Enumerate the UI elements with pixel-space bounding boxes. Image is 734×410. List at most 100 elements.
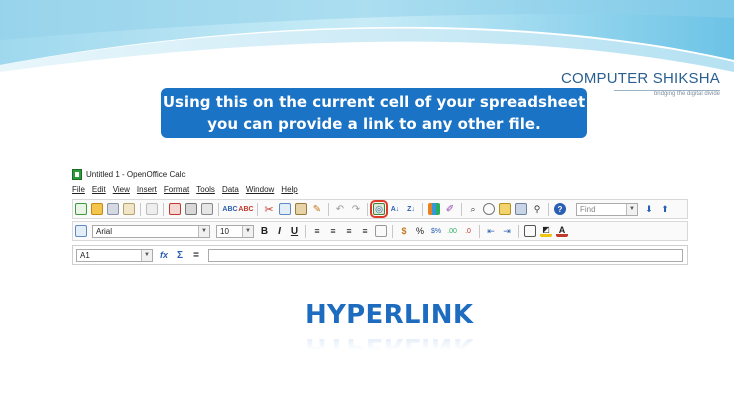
hyperlink-icon[interactable]: ◎ bbox=[370, 200, 388, 218]
window-titlebar: Untitled 1 - OpenOffice Calc bbox=[72, 167, 185, 181]
menu-file[interactable]: File bbox=[72, 185, 85, 197]
toolbar-separator bbox=[305, 224, 306, 238]
brand-tagline: bridging the digital divide bbox=[653, 91, 720, 97]
standard-format-icon[interactable]: $% bbox=[430, 225, 442, 237]
decrease-indent-icon[interactable]: ⇤ bbox=[485, 225, 497, 237]
email-icon[interactable] bbox=[123, 203, 135, 215]
find-input[interactable]: Find ▼ bbox=[576, 202, 638, 216]
function-icon[interactable]: = bbox=[190, 249, 202, 261]
menu-window[interactable]: Window bbox=[246, 185, 274, 197]
toolbar-separator bbox=[422, 202, 423, 216]
toolbar-separator bbox=[218, 202, 219, 216]
sum-icon[interactable]: Σ bbox=[174, 249, 186, 261]
print-icon[interactable] bbox=[185, 203, 197, 215]
justify-icon[interactable]: ≡ bbox=[359, 225, 371, 237]
formula-input[interactable] bbox=[208, 248, 683, 262]
formula-bar: A1 ▼ fx Σ = bbox=[72, 245, 688, 265]
borders-icon[interactable] bbox=[524, 225, 536, 237]
toolbar-separator bbox=[328, 202, 329, 216]
menu-insert[interactable]: Insert bbox=[137, 185, 157, 197]
find-replace-icon[interactable]: ⌕ bbox=[467, 203, 479, 215]
menu-format[interactable]: Format bbox=[164, 185, 189, 197]
menu-bar: File Edit View Insert Format Tools Data … bbox=[72, 185, 298, 197]
find-previous-icon[interactable]: ⬆ bbox=[659, 203, 671, 215]
chevron-down-icon[interactable]: ▼ bbox=[198, 225, 209, 237]
insert-chart-icon[interactable] bbox=[428, 203, 440, 215]
function-wizard-icon[interactable]: fx bbox=[158, 249, 170, 261]
chevron-down-icon[interactable]: ▼ bbox=[626, 203, 637, 215]
menu-view[interactable]: View bbox=[113, 185, 130, 197]
font-name-select[interactable]: Arial ▼ bbox=[92, 224, 210, 238]
brand-name: COMPUTER SHIKSHA bbox=[560, 70, 720, 87]
align-right-icon[interactable]: ≡ bbox=[343, 225, 355, 237]
underline-button[interactable]: U bbox=[288, 226, 301, 237]
open-icon[interactable] bbox=[91, 203, 103, 215]
autospellcheck-icon[interactable]: ABC bbox=[238, 203, 253, 215]
menu-help[interactable]: Help bbox=[281, 185, 297, 197]
add-decimal-icon[interactable]: .00 bbox=[446, 225, 458, 237]
paste-icon[interactable] bbox=[295, 203, 307, 215]
redo-icon[interactable]: ↷ bbox=[350, 203, 362, 215]
show-draw-functions-icon[interactable]: ✐ bbox=[444, 203, 456, 215]
brand-logo: COMPUTER SHIKSHA bridging the digital di… bbox=[561, 70, 720, 98]
font-size-value: 10 bbox=[220, 226, 229, 236]
toolbar-separator bbox=[518, 224, 519, 238]
currency-format-icon[interactable]: $ bbox=[398, 225, 410, 237]
font-size-select[interactable]: 10 ▼ bbox=[216, 224, 254, 238]
export-pdf-icon[interactable] bbox=[169, 203, 181, 215]
print-preview-icon[interactable] bbox=[201, 203, 213, 215]
toolbar-separator bbox=[257, 202, 258, 216]
caption-box: Using this on the current cell of your s… bbox=[161, 88, 587, 138]
copy-icon[interactable] bbox=[279, 203, 291, 215]
navigator-icon[interactable] bbox=[483, 203, 495, 215]
edit-file-icon[interactable] bbox=[146, 203, 158, 215]
styles-formatting-icon[interactable] bbox=[75, 225, 87, 237]
bold-button[interactable]: B bbox=[258, 226, 271, 237]
sort-ascending-icon[interactable]: A↓ bbox=[389, 203, 401, 215]
caption-line-1: Using this on the current cell of your s… bbox=[162, 93, 586, 111]
gallery-icon[interactable] bbox=[499, 203, 511, 215]
align-center-icon[interactable]: ≡ bbox=[327, 225, 339, 237]
toolbar-separator bbox=[367, 202, 368, 216]
window-title: Untitled 1 - OpenOffice Calc bbox=[86, 169, 186, 179]
toolbar-separator bbox=[140, 202, 141, 216]
zoom-icon[interactable]: ⚲ bbox=[531, 203, 543, 215]
menu-data[interactable]: Data bbox=[222, 185, 239, 197]
merge-cells-icon[interactable] bbox=[375, 225, 387, 237]
name-box[interactable]: A1 ▼ bbox=[76, 248, 153, 262]
data-sources-icon[interactable] bbox=[515, 203, 527, 215]
menu-edit[interactable]: Edit bbox=[92, 185, 106, 197]
formatting-toolbar: Arial ▼ 10 ▼ B I U ≡ ≡ ≡ ≡ $ % $% .00 .0… bbox=[72, 221, 688, 241]
undo-icon[interactable]: ↶ bbox=[334, 203, 346, 215]
toolbar-separator bbox=[392, 224, 393, 238]
toolbar-separator bbox=[163, 202, 164, 216]
increase-indent-icon[interactable]: ⇥ bbox=[501, 225, 513, 237]
toolbar-separator bbox=[548, 202, 549, 216]
menu-tools[interactable]: Tools bbox=[196, 185, 215, 197]
font-color-icon[interactable]: A bbox=[556, 225, 568, 237]
caption-line-2: you can provide a link to any other file… bbox=[207, 115, 541, 133]
cell-reference: A1 bbox=[80, 250, 90, 260]
slide-heading: HYPERLINK bbox=[305, 300, 474, 330]
chevron-down-icon[interactable]: ▼ bbox=[242, 225, 253, 237]
italic-button[interactable]: I bbox=[273, 226, 286, 237]
spellcheck-icon[interactable]: ABC bbox=[222, 203, 237, 215]
chevron-down-icon[interactable]: ▼ bbox=[141, 249, 152, 261]
delete-decimal-icon[interactable]: .0 bbox=[462, 225, 474, 237]
toolbar-separator bbox=[479, 224, 480, 238]
calc-window: Untitled 1 - OpenOffice Calc File Edit V… bbox=[62, 158, 688, 266]
align-left-icon[interactable]: ≡ bbox=[311, 225, 323, 237]
cut-icon[interactable]: ✂ bbox=[263, 203, 275, 216]
background-color-icon[interactable]: ◩ bbox=[540, 225, 552, 237]
find-placeholder: Find bbox=[580, 204, 596, 214]
clone-formatting-icon[interactable]: ✎ bbox=[311, 203, 323, 215]
save-icon[interactable] bbox=[107, 203, 119, 215]
new-icon[interactable] bbox=[75, 203, 87, 215]
toolbar-separator bbox=[461, 202, 462, 216]
help-icon[interactable]: ? bbox=[554, 203, 566, 215]
sort-descending-icon[interactable]: Z↓ bbox=[405, 203, 417, 215]
calc-app-icon bbox=[72, 168, 82, 180]
slide-heading-reflection: HYPERLINK bbox=[305, 332, 474, 362]
find-next-icon[interactable]: ⬇ bbox=[643, 203, 655, 215]
percent-format-icon[interactable]: % bbox=[414, 225, 426, 237]
